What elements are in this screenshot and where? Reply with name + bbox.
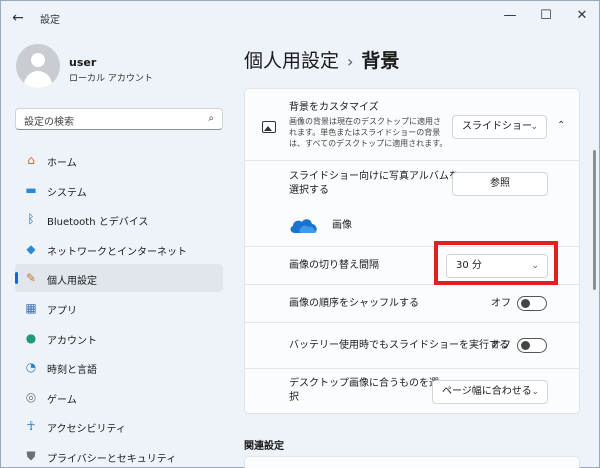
avatar-body-shape xyxy=(24,71,52,88)
toggle-knob xyxy=(521,299,530,308)
page-title: 背景 xyxy=(361,50,400,72)
sidebar-item-label: ホーム xyxy=(47,158,77,169)
fit-select[interactable]: ページ幅に合わせる ⌄ xyxy=(432,380,548,404)
sidebar: user ローカル アカウント 設定の検索 ⌕ ⌂ ホーム ▬ システム ᛒ Blueto… xyxy=(0,36,236,468)
bluetooth-icon: ᛒ xyxy=(27,212,35,226)
onedrive-cloud-icon xyxy=(290,219,317,233)
sidebar-item-label: アクセシビリティ xyxy=(47,424,126,435)
title-bar: ← 設定 — ☐ ✕ xyxy=(0,0,600,36)
fit-label-line2: 択 xyxy=(289,392,299,403)
sidebar-item-bluetooth[interactable]: ᛒ Bluetooth とデバイス xyxy=(15,205,223,233)
battery-label: バッテリー使用時でもスライドショーを実行する xyxy=(289,340,509,351)
minimize-button[interactable]: — xyxy=(492,0,528,32)
sidebar-item-system[interactable]: ▬ システム xyxy=(15,176,223,204)
shield-icon: ⛊ xyxy=(26,449,36,463)
chevron-down-icon: ⌄ xyxy=(530,122,538,132)
sidebar-item-apps[interactable]: ▦ アプリ xyxy=(15,294,223,322)
album-folder-name[interactable]: 画像 xyxy=(332,219,352,233)
photo-album-row: スライドショー向けに写真アルバムを 選択する 参照 画像 xyxy=(245,161,579,247)
fit-label-line1: デスクトップ画像に合うものを選 xyxy=(289,378,439,389)
search-icon[interactable]: ⌕ xyxy=(208,113,214,124)
app-title: 設定 xyxy=(40,15,60,26)
customize-desc-line2: れます。単色またはスライドショーの背景 xyxy=(289,128,441,137)
sidebar-item-label: Bluetooth とデバイス xyxy=(47,217,149,228)
breadcrumb-separator-icon: › xyxy=(347,52,354,71)
sidebar-item-privacy-security[interactable]: ⛊ プライバシーとセキュリティ xyxy=(15,442,223,468)
customize-title: 背景をカスタマイズ xyxy=(289,102,379,113)
sidebar-item-label: 時刻と言語 xyxy=(47,365,97,376)
sidebar-item-label: ネットワークとインターネット xyxy=(47,247,187,258)
collapse-chevron-icon[interactable]: ⌃ xyxy=(557,120,565,131)
sidebar-item-label: システム xyxy=(47,188,87,199)
sidebar-item-label: アカウント xyxy=(47,336,97,347)
background-type-value: スライドショー xyxy=(462,121,532,132)
sidebar-item-accessibility[interactable]: ☥ アクセシビリティ xyxy=(15,412,223,440)
sidebar-item-label: ゲーム xyxy=(47,395,77,406)
sidebar-item-gaming[interactable]: ◎ ゲーム xyxy=(15,383,223,411)
shuffle-label: 画像の順序をシャッフルする xyxy=(289,298,419,309)
sidebar-item-time-language[interactable]: ◔ 時刻と言語 xyxy=(15,353,223,381)
chevron-down-icon: ⌄ xyxy=(531,387,539,397)
battery-state: オフ xyxy=(491,340,511,351)
avatar-head-shape xyxy=(31,53,45,67)
clock-icon: ◔ xyxy=(25,360,37,374)
picture-icon xyxy=(262,121,276,133)
related-settings-card[interactable] xyxy=(244,456,580,468)
avatar[interactable] xyxy=(16,44,60,88)
sidebar-item-home[interactable]: ⌂ ホーム xyxy=(15,146,223,174)
brush-icon: ✎ xyxy=(25,271,37,285)
related-settings-title: 関連設定 xyxy=(244,441,284,452)
user-name: user xyxy=(69,56,97,69)
search-input[interactable]: 設定の検索 ⌕ xyxy=(15,108,223,130)
breadcrumb: 個人用設定 › 背景 xyxy=(244,46,399,73)
sidebar-item-label: プライバシーとセキュリティ xyxy=(47,454,177,465)
maximize-button[interactable]: ☐ xyxy=(528,0,564,32)
customize-background-row: 背景をカスタマイズ 画像の背景は現在のデスクトップに適用さ れます。単色またはス… xyxy=(245,89,579,161)
account-icon: ● xyxy=(25,331,37,345)
toggle-knob xyxy=(521,341,530,350)
sidebar-item-accounts[interactable]: ● アカウント xyxy=(15,324,223,352)
background-type-select[interactable]: スライドショー ⌄ xyxy=(452,115,547,139)
highlight-box xyxy=(434,241,558,285)
album-label-line1: スライドショー向けに写真アルバムを xyxy=(289,171,459,182)
sidebar-item-label: アプリ xyxy=(47,306,77,317)
search-placeholder: 設定の検索 xyxy=(24,117,74,128)
battery-slideshow-row: バッテリー使用時でもスライドショーを実行する オフ xyxy=(245,323,579,369)
fit-value: ページ幅に合わせる xyxy=(442,386,532,397)
sidebar-item-network[interactable]: ◆ ネットワークとインターネット xyxy=(15,235,223,263)
album-label-line2: 選択する xyxy=(289,185,329,196)
customize-desc-line1: 画像の背景は現在のデスクトップに適用さ xyxy=(289,117,441,126)
battery-toggle[interactable] xyxy=(517,338,547,353)
sidebar-item-personalization[interactable]: ✎ 個人用設定 xyxy=(15,264,223,292)
browse-button[interactable]: 参照 xyxy=(452,172,548,196)
scrollbar[interactable] xyxy=(593,150,596,290)
interval-label: 画像の切り替え間隔 xyxy=(289,260,379,271)
sidebar-item-label: 個人用設定 xyxy=(47,276,97,287)
shuffle-state: オフ xyxy=(491,298,511,309)
accessibility-icon: ☥ xyxy=(26,419,36,433)
customize-desc-line3: は、すべてのデスクトップに適用されます。 xyxy=(289,139,448,148)
home-icon: ⌂ xyxy=(27,153,35,167)
active-indicator xyxy=(15,272,18,284)
account-type: ローカル アカウント xyxy=(69,74,153,84)
apps-icon: ▦ xyxy=(25,301,37,315)
shuffle-row: 画像の順序をシャッフルする オフ xyxy=(245,285,579,323)
network-icon: ◆ xyxy=(26,242,36,256)
system-icon: ▬ xyxy=(25,183,37,197)
back-button[interactable]: ← xyxy=(8,9,28,27)
close-button[interactable]: ✕ xyxy=(564,0,600,32)
gamepad-icon: ◎ xyxy=(25,390,37,404)
shuffle-toggle[interactable] xyxy=(517,296,547,311)
breadcrumb-parent[interactable]: 個人用設定 xyxy=(244,50,339,72)
fit-row: デスクトップ画像に合うものを選 択 ページ幅に合わせる ⌄ xyxy=(245,369,579,413)
